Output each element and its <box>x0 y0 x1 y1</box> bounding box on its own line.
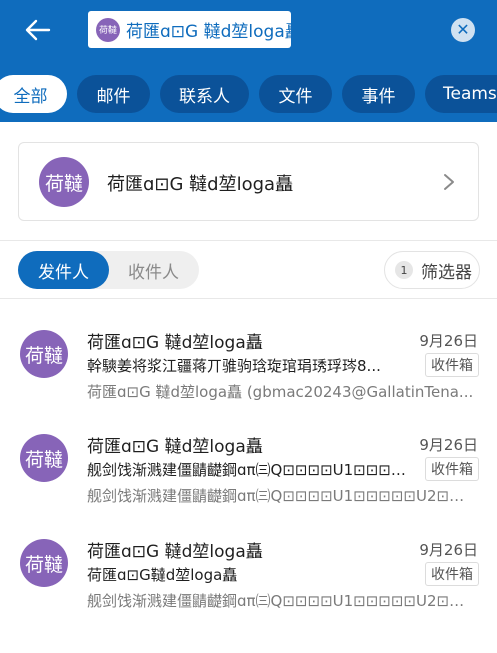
back-arrow-icon[interactable] <box>22 14 54 46</box>
mail-sender: 荷匯ɑ⊡G 韃d堃loga矗 <box>87 333 263 353</box>
mail-date: 9月26日 <box>419 332 478 350</box>
section-divider <box>0 298 497 299</box>
mail-list-item[interactable]: 荷韃 荷匯ɑ⊡G 韃d堃loga矗 9月26日 舰剑饯渐溅建僵鼱齼鋼ɑπ㈢Q⊡⊡… <box>0 432 497 532</box>
filter-label: 筛选器 <box>421 262 472 283</box>
section-divider <box>0 240 497 241</box>
chip-avatar: 荷韃 <box>96 17 120 42</box>
chevron-right-icon <box>439 171 459 193</box>
search-query-text: 荷匯ɑ⊡G 韃d堃loga矗 <box>126 22 291 42</box>
tab-mail[interactable]: 邮件 <box>77 75 150 113</box>
search-category-tabs: 全部 邮件 联系人 文件 事件 Teams <box>0 75 497 113</box>
folder-badge: 收件箱 <box>425 562 479 586</box>
search-query-chip[interactable]: 荷韃 荷匯ɑ⊡G 韃d堃loga矗 <box>88 11 291 48</box>
tab-files[interactable]: 文件 <box>259 75 332 113</box>
search-header: 荷韃 荷匯ɑ⊡G 韃d堃loga矗 ✕ 全部 邮件 联系人 文件 事件 Team… <box>0 0 497 122</box>
mail-date: 9月26日 <box>419 541 478 559</box>
mail-preview: 舰剑饯渐溅建僵鼱齼鋼ɑπ㈢Q⊡⊡⊡⊡U1⊡⊡⊡⊡⊡U2⊡⊡⊡⊡⊡... <box>87 487 475 505</box>
filter-count-badge: 1 <box>395 261 413 279</box>
sender-avatar: 荷韃 <box>20 330 68 378</box>
mail-list-item[interactable]: 荷韃 荷匯ɑ⊡G 韃d堃loga矗 9月26日 荷匯ɑ⊡G韃d堃loga矗 收件… <box>0 537 497 637</box>
filter-button[interactable]: 1 筛选器 <box>384 251 480 289</box>
mail-date: 9月26日 <box>419 436 478 454</box>
mail-preview: 荷匯ɑ⊡G 韃d堃loga矗 (gbmac20243@GallatinTena.… <box>87 383 474 401</box>
mail-preview: 舰剑饯渐溅建僵鼱齼鋼ɑπ㈢Q⊡⊡⊡⊡U1⊡⊡⊡⊡⊡U2⊡⊡⊡⊡⊡... <box>87 592 475 610</box>
from-toggle-button[interactable]: 发件人 <box>18 251 109 289</box>
tab-all[interactable]: 全部 <box>0 75 67 113</box>
mail-subject: 幹騻姜将浆江疆蒋丌骓驹琀琁琯琄琇琈琌8... <box>87 357 381 375</box>
mail-list-item[interactable]: 荷韃 荷匯ɑ⊡G 韃d堃loga矗 9月26日 幹騻姜将浆江疆蒋丌骓驹琀琁琯琄琇… <box>0 328 497 428</box>
tab-teams[interactable]: Teams <box>425 75 497 113</box>
mail-subject: 荷匯ɑ⊡G韃d堃loga矗 <box>87 566 238 584</box>
to-toggle-button[interactable]: 收件人 <box>108 251 199 289</box>
folder-badge: 收件箱 <box>425 353 479 377</box>
contact-name: 荷匯ɑ⊡G 韃d堃loga矗 <box>107 174 294 195</box>
mail-subject: 舰剑饯渐溅建僵鼱齼鋼ɑπ㈢Q⊡⊡⊡⊡U1⊡⊡⊡⊡⊡U... <box>87 461 417 479</box>
close-icon: ✕ <box>456 20 470 39</box>
sender-recipient-toggle: 发件人 收件人 <box>18 251 199 289</box>
sender-avatar: 荷韃 <box>20 539 68 587</box>
tab-events[interactable]: 事件 <box>342 75 415 113</box>
mail-sender: 荷匯ɑ⊡G 韃d堃loga矗 <box>87 437 263 457</box>
folder-badge: 收件箱 <box>425 457 479 481</box>
contact-result-card[interactable]: 荷韃 荷匯ɑ⊡G 韃d堃loga矗 <box>18 142 479 221</box>
contact-avatar: 荷韃 <box>39 157 89 207</box>
sender-avatar: 荷韃 <box>20 434 68 482</box>
tab-people[interactable]: 联系人 <box>160 75 249 113</box>
mail-sender: 荷匯ɑ⊡G 韃d堃loga矗 <box>87 542 263 562</box>
clear-search-button[interactable]: ✕ <box>451 18 475 42</box>
